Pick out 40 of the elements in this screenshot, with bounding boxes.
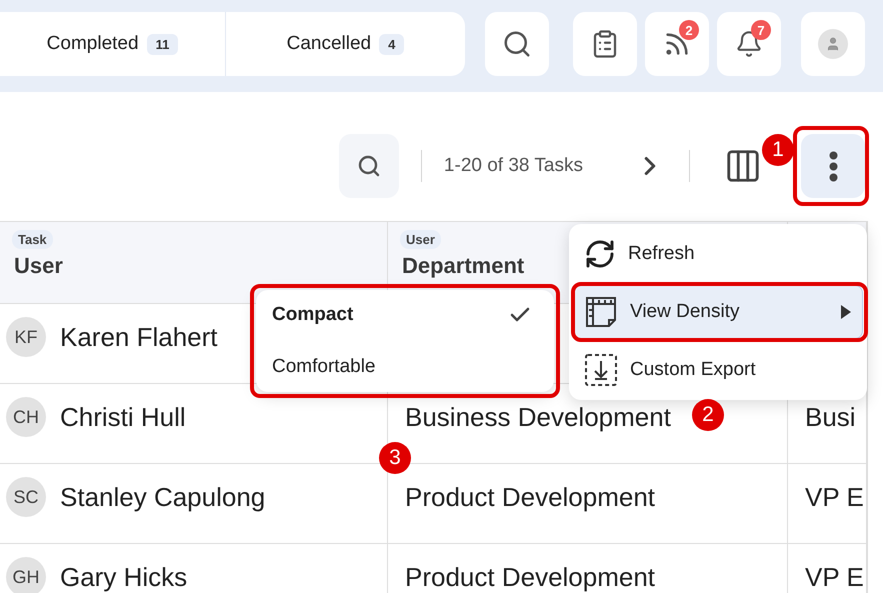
pagination-text: 1-20 of 38 Tasks [444,155,583,177]
density-icon [584,295,618,329]
avatar-initials: CH [6,397,46,437]
tab-count: 4 [379,34,404,54]
density-option[interactable]: Comfortable [264,345,540,389]
menu-item[interactable]: View Density [573,285,863,339]
table-cell: Product Development [388,544,788,593]
notification-count: 2 [679,20,699,40]
table-cell: VP E [788,544,867,593]
menu-item[interactable]: Refresh [573,227,863,281]
avatar-initials: KF [6,317,46,357]
status-tab[interactable]: Cancelled 4 [226,12,465,76]
user-name: Stanley Capulong [60,484,266,510]
search-icon [356,154,381,178]
notification-count: 7 [751,20,771,40]
user-name: Karen Flahert [60,324,218,350]
column-group-label: Task [12,230,53,249]
table-cell: VP E [788,464,867,544]
avatar-initials: SC [6,477,46,517]
avatar-initials: GH [6,557,46,593]
refresh-icon [584,238,616,270]
clipboard-button[interactable] [573,12,637,76]
annotation-number: 1 [762,134,794,166]
column-title: User [14,253,63,279]
annotation-number: 2 [692,399,724,431]
avatar-icon [818,29,848,59]
search-button[interactable] [485,12,549,76]
user-name: Gary Hicks [60,564,188,590]
tab-count: 11 [146,34,178,54]
status-tab[interactable]: Completed 11 [0,12,226,76]
annotation-number: 3 [379,442,411,474]
more-options-button[interactable] [801,134,865,198]
kebab-icon [828,150,838,182]
column-title: Department [402,253,524,279]
search-button[interactable] [338,134,399,198]
search-icon [502,29,532,59]
column-header[interactable]: Task User [0,222,388,304]
user-name: Christi Hull [60,404,186,430]
column-group-label: User [400,230,441,249]
export-icon [584,353,618,387]
